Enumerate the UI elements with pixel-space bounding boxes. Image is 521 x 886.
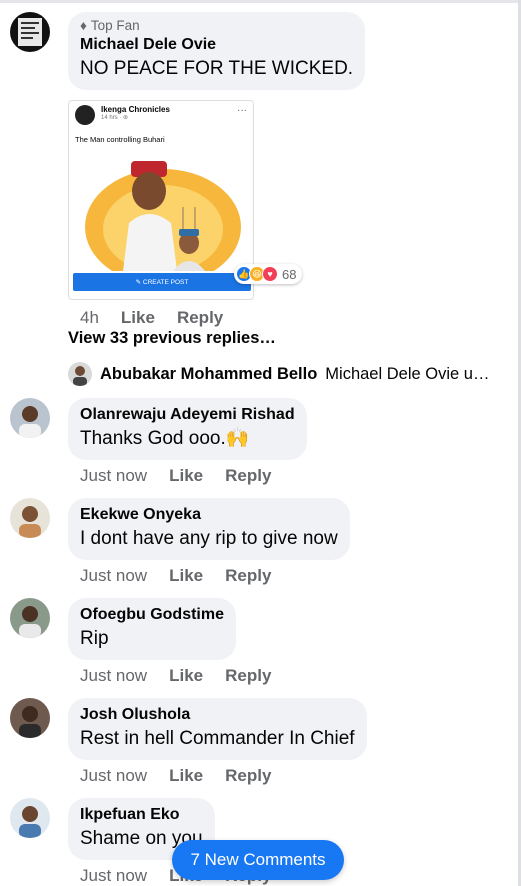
diamond-icon: ♦ <box>80 18 87 33</box>
new-comments-button[interactable]: 7 New Comments <box>172 840 344 880</box>
avatar[interactable] <box>10 498 50 538</box>
top-fan-badge: ♦ Top Fan <box>80 18 140 33</box>
avatar[interactable] <box>10 598 50 638</box>
comment-time: Just now <box>80 466 148 485</box>
cartoon-illustration <box>73 147 251 271</box>
like-button[interactable]: Like <box>169 466 203 486</box>
view-previous-replies[interactable]: View 33 previous replies… <box>68 329 276 348</box>
comment-text: NO PEACE FOR THE WICKED. <box>80 58 354 79</box>
avatar[interactable] <box>10 798 50 838</box>
create-post-button: ✎ CREATE POST <box>73 273 251 291</box>
comment-bubble[interactable]: Josh Olushola Rest in hell Commander In … <box>68 698 367 760</box>
reaction-summary[interactable]: 👍 😆 ♥ 68 <box>234 264 303 284</box>
comment: Ofoegbu Godstime Rip Just now Like Reply <box>10 598 271 686</box>
comment-time: 4h <box>80 308 99 327</box>
comment-bubble[interactable]: Ekekwe Onyeka I dont have any rip to giv… <box>68 498 350 560</box>
like-button[interactable]: Like <box>169 666 203 686</box>
comment-image[interactable]: Ikenga Chronicles 14 hrs · ⊛ ··· The Man… <box>68 100 254 300</box>
comment-bubble[interactable]: Ofoegbu Godstime Rip <box>68 598 236 660</box>
reply-button[interactable]: Reply <box>225 466 271 486</box>
page-logo <box>75 105 95 125</box>
image-post-meta: 14 hrs · ⊛ <box>101 115 129 121</box>
latest-reply[interactable]: Abubakar Mohammed Bello Michael Dele Ovi… <box>68 362 508 386</box>
reply-button[interactable]: Reply <box>225 566 271 586</box>
comment: Josh Olushola Rest in hell Commander In … <box>10 698 367 786</box>
commenter-name[interactable]: Ekekwe Onyeka <box>80 504 338 526</box>
image-page-name: Ikenga Chronicles <box>101 105 170 114</box>
comment: Ekekwe Onyeka I dont have any rip to giv… <box>10 498 350 586</box>
like-button[interactable]: Like <box>169 566 203 586</box>
comment: ♦ Top Fan Michael Dele Ovie NO PEACE FOR… <box>10 12 366 328</box>
avatar <box>68 362 92 386</box>
reply-button[interactable]: Reply <box>225 666 271 686</box>
comment-text: Rest in hell Commander In Chief <box>80 728 355 749</box>
love-reaction-icon: ♥ <box>262 266 278 282</box>
commenter-name[interactable]: Ofoegbu Godstime <box>80 604 224 626</box>
comment-time: Just now <box>80 766 148 785</box>
top-divider <box>0 0 521 3</box>
reply-button[interactable]: Reply <box>177 308 223 328</box>
commenter-name[interactable]: Olanrewaju Adeyemi Rishad <box>80 404 295 426</box>
avatar[interactable] <box>10 398 50 438</box>
commenter-name[interactable]: Ikpefuan Eko <box>80 804 203 826</box>
avatar[interactable] <box>10 12 50 52</box>
comment-text: Thanks God ooo.🙌 <box>80 428 250 449</box>
reply-button[interactable]: Reply <box>225 766 271 786</box>
commenter-name[interactable]: Michael Dele Ovie <box>80 34 353 56</box>
comment-bubble[interactable]: ♦ Top Fan Michael Dele Ovie NO PEACE FOR… <box>68 12 366 90</box>
image-caption: The Man controlling Buhari <box>75 135 165 144</box>
comment-text: I dont have any rip to give now <box>80 528 338 549</box>
comment-text: Rip <box>80 628 109 649</box>
comment-time: Just now <box>80 666 148 685</box>
like-button[interactable]: Like <box>121 308 155 328</box>
comment: Olanrewaju Adeyemi Rishad Thanks God ooo… <box>10 398 307 486</box>
commenter-name[interactable]: Josh Olushola <box>80 704 355 726</box>
comment-time: Just now <box>80 866 148 885</box>
comment-time: Just now <box>80 566 148 585</box>
reaction-count: 68 <box>282 266 297 282</box>
avatar[interactable] <box>10 698 50 738</box>
reply-preview: Michael Dele Ovie u… <box>325 364 490 383</box>
reply-author[interactable]: Abubakar Mohammed Bello <box>100 365 317 384</box>
like-button[interactable]: Like <box>169 766 203 786</box>
more-icon: ··· <box>237 105 247 116</box>
comment-bubble[interactable]: Olanrewaju Adeyemi Rishad Thanks God ooo… <box>68 398 307 460</box>
